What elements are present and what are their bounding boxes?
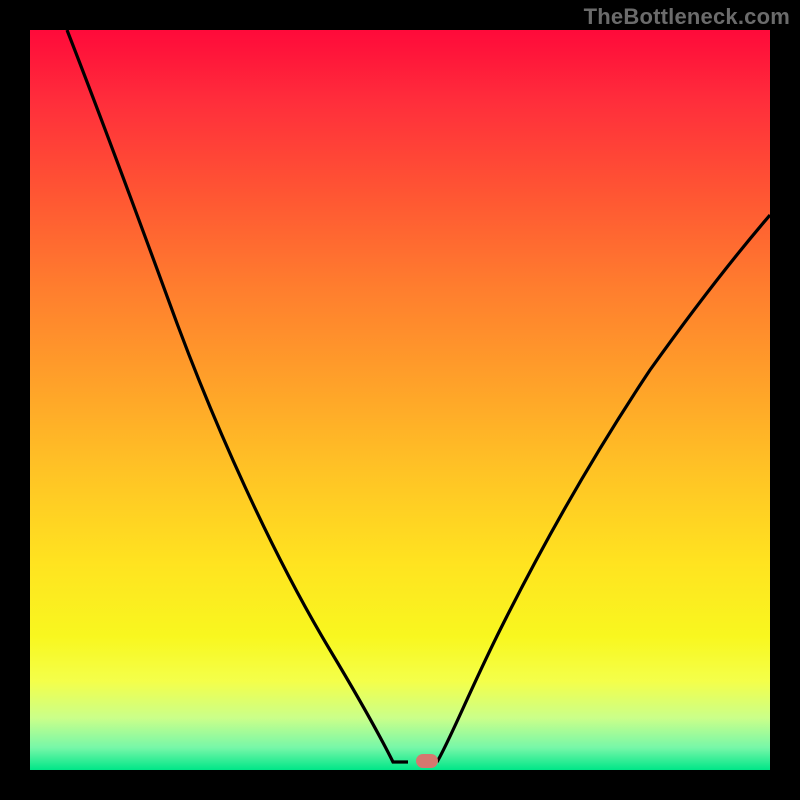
bottleneck-chart: TheBottleneck.com	[0, 0, 800, 800]
curve-layer	[30, 30, 770, 770]
right-curve	[437, 215, 770, 762]
plot-area	[30, 30, 770, 770]
left-curve	[67, 30, 408, 762]
optimal-marker	[416, 754, 438, 768]
attribution-label: TheBottleneck.com	[584, 4, 790, 30]
